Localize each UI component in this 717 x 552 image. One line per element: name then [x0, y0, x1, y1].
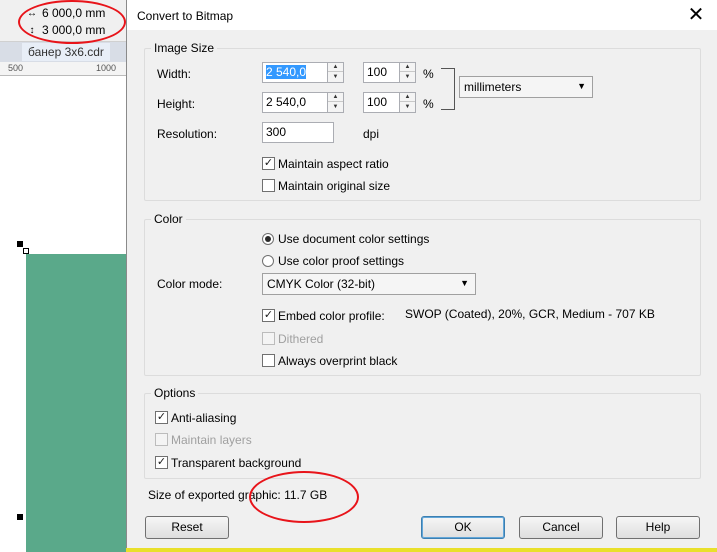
embed-profile-label[interactable]: Embed color profile: [278, 309, 385, 323]
maintain-aspect-checkbox[interactable]: ✓ [262, 157, 275, 170]
color-mode-dropdown[interactable]: CMYK Color (32-bit) ▼ [262, 273, 476, 295]
maintain-original-label[interactable]: Maintain original size [278, 179, 390, 193]
width-label: Width: [157, 67, 192, 81]
maintain-original-checkbox[interactable] [262, 179, 275, 192]
color-profile-name: SWOP (Coated), 20%, GCR, Medium - 707 KB [405, 307, 655, 321]
transparent-background-checkbox[interactable]: ✓ [155, 456, 168, 469]
selection-handle-bottom-left[interactable] [17, 514, 23, 520]
dithered-checkbox[interactable] [262, 332, 275, 345]
spin-up-icon[interactable]: ▲ [328, 93, 343, 102]
spin-down-icon[interactable]: ▼ [328, 73, 343, 82]
spin-down-icon[interactable]: ▼ [328, 103, 343, 112]
dialog-titlebar: Convert to Bitmap ✕ [127, 0, 717, 30]
anti-aliasing-label[interactable]: Anti-aliasing [171, 411, 236, 425]
reset-button[interactable]: Reset [145, 516, 229, 539]
selection-handle-top-left[interactable] [17, 241, 23, 247]
ruler-tick-500: 500 [8, 63, 24, 73]
radio-selected-dot [265, 236, 271, 242]
cancel-button[interactable]: Cancel [519, 516, 603, 539]
maintain-aspect-label[interactable]: Maintain aspect ratio [278, 157, 389, 171]
anti-aliasing-checkbox[interactable]: ✓ [155, 411, 168, 424]
color-mode-label: Color mode: [157, 277, 223, 291]
height-label: Height: [157, 97, 196, 111]
always-overprint-label[interactable]: Always overprint black [278, 354, 397, 368]
ruler-tick-1000: 1000 [96, 63, 117, 73]
spin-down-icon[interactable]: ▼ [400, 73, 415, 82]
use-proof-color-label[interactable]: Use color proof settings [278, 254, 404, 268]
width-percent-sign: % [423, 67, 434, 81]
width-spinner[interactable]: ▲ ▼ [327, 62, 344, 83]
selected-rectangle[interactable] [26, 254, 136, 552]
use-proof-color-radio[interactable] [262, 255, 274, 267]
spin-up-icon[interactable]: ▲ [328, 63, 343, 72]
spin-down-icon[interactable]: ▼ [400, 103, 415, 112]
height-percent-spinner[interactable]: ▲ ▼ [399, 92, 416, 113]
link-brace [441, 68, 455, 110]
units-value: millimeters [464, 80, 522, 94]
spin-up-icon[interactable]: ▲ [400, 93, 415, 102]
resolution-input[interactable]: 300 [262, 122, 334, 143]
height-input[interactable]: 2 540,0 [262, 92, 330, 113]
height-percent-sign: % [423, 97, 434, 111]
dialog-title: Convert to Bitmap [137, 9, 234, 23]
height-spinner[interactable]: ▲ ▼ [327, 92, 344, 113]
color-legend: Color [151, 212, 186, 226]
maintain-layers-label: Maintain layers [171, 433, 252, 447]
selection-handle-origin[interactable] [23, 248, 29, 254]
document-tab[interactable]: банер 3х6.cdr [22, 43, 110, 61]
close-icon[interactable]: ✕ [683, 4, 709, 26]
resolution-unit: dpi [363, 127, 380, 141]
maintain-layers-checkbox[interactable] [155, 433, 168, 446]
transparent-background-label[interactable]: Transparent background [171, 456, 301, 470]
color-mode-value: CMYK Color (32-bit) [267, 277, 376, 291]
ok-button[interactable]: OK [421, 516, 505, 539]
options-legend: Options [151, 386, 199, 400]
spin-up-icon[interactable]: ▲ [400, 63, 415, 72]
annotation-ellipse-export-size [249, 471, 359, 523]
always-overprint-checkbox[interactable] [262, 354, 275, 367]
use-document-color-radio[interactable] [262, 233, 274, 245]
help-button[interactable]: Help [616, 516, 700, 539]
dropdown-arrow-icon: ▼ [577, 81, 586, 91]
convert-to-bitmap-dialog: Convert to Bitmap ✕ Image Size Width: 2 … [126, 0, 717, 548]
use-document-color-label[interactable]: Use document color settings [278, 232, 429, 246]
width-input[interactable]: 2 540,0 [262, 62, 330, 83]
image-size-legend: Image Size [151, 41, 218, 55]
width-percent-spinner[interactable]: ▲ ▼ [399, 62, 416, 83]
resolution-label: Resolution: [157, 127, 218, 141]
dropdown-arrow-icon: ▼ [460, 278, 469, 288]
dithered-label: Dithered [278, 332, 324, 346]
units-dropdown[interactable]: millimeters ▼ [459, 76, 593, 98]
width-input-value: 2 540,0 [266, 65, 307, 79]
embed-profile-checkbox[interactable]: ✓ [262, 309, 275, 322]
annotation-ellipse-dimensions [18, 0, 126, 44]
